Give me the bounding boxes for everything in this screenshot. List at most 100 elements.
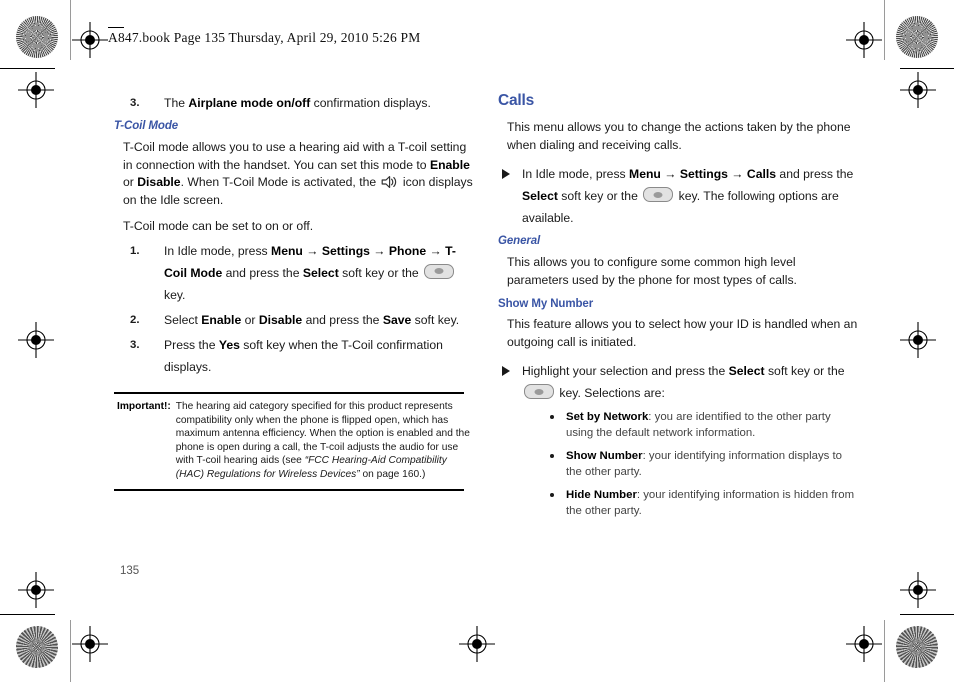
triangle-bullet-icon [502, 169, 510, 179]
triangle-bullet-icon [502, 366, 510, 376]
select-bold: Select [302, 265, 339, 280]
header-rule [108, 27, 124, 28]
list-item: Hide Number: your identifying informatio… [548, 488, 860, 519]
density-patch-top-right [896, 16, 938, 58]
calls-bullet-list: In Idle mode, press Menu → Settings → Ca… [498, 163, 860, 229]
document-header: A847.book Page 135 Thursday, April 29, 2… [108, 30, 421, 45]
show-my-number-paragraph: This feature allows you to select how yo… [507, 317, 858, 349]
save-bold: Save [382, 312, 412, 327]
settings-bold: Settings [321, 243, 370, 258]
list-item: In Idle mode, press Menu → Settings → Ca… [498, 163, 860, 229]
step-number: 3. [130, 338, 140, 351]
trim-line-left [70, 0, 71, 60]
disable-bold: Disable [258, 312, 303, 327]
left-column: 3. The Airplane mode on/off confirmation … [114, 92, 476, 492]
registration-mark-lower-left-edge [18, 572, 54, 608]
airplane-step-list: 3. The Airplane mode on/off confirmation … [114, 92, 476, 114]
trim-line-right [884, 0, 885, 60]
density-patch-bottom-left [16, 626, 58, 668]
trim-rule-bottom-left [0, 614, 55, 615]
trim-rule-top-right [900, 68, 954, 69]
speaker-icon [381, 175, 399, 189]
phone-bold: Phone [388, 243, 427, 258]
show-my-number-options-list: Set by Network: you are identified to th… [498, 410, 860, 519]
tcoil-intro-part1: T-Coil mode allows you to use a hearing … [123, 140, 467, 172]
enable-bold: Enable [201, 312, 242, 327]
registration-mark-bottom-left [72, 626, 108, 662]
option-label: Set by Network [566, 411, 649, 423]
registration-mark-mid-right [900, 322, 936, 358]
step-text: key. [164, 287, 186, 302]
arrow-glyph: → [369, 243, 389, 258]
step-text-bold: Airplane mode on/off [188, 96, 311, 110]
step-text-post: confirmation displays. [310, 96, 431, 110]
trim-rule-top-left [0, 68, 55, 69]
list-item: Set by Network: you are identified to th… [548, 410, 860, 441]
bullet-text: soft key or the [557, 189, 642, 203]
note-label: Important!: [117, 401, 171, 413]
calls-heading: Calls [498, 92, 535, 109]
registration-mark-top-left [72, 22, 108, 58]
settings-bold: Settings [679, 167, 728, 181]
registration-mark-mid-left [18, 322, 54, 358]
menu-bold: Menu [271, 243, 303, 258]
tcoil-intro-part3: . When T-Coil Mode is activated, the [180, 175, 380, 189]
general-heading: General [498, 235, 541, 247]
show-my-number-heading: Show My Number [498, 298, 594, 310]
step-number: 1. [130, 244, 140, 257]
trim-line-right-lower [884, 620, 885, 682]
arrow-glyph: → [426, 243, 446, 258]
bullet-text: key. Selections are: [556, 386, 665, 400]
option-label: Hide Number [566, 489, 637, 501]
step-text: Select [164, 312, 202, 327]
note-text: The hearing aid category specified for t… [176, 400, 476, 482]
calls-intro-paragraph: This menu allows you to change the actio… [507, 120, 851, 152]
list-item: 3. Press the Yes soft key when the T-Coil… [114, 334, 476, 378]
tcoil-intro-part2: or [123, 175, 138, 189]
step-text: and press the [222, 265, 303, 280]
density-patch-top-left [16, 16, 58, 58]
list-item: 1. In Idle mode, press Menu → Settings → … [114, 240, 476, 306]
important-note: Important!: The hearing aid category spe… [114, 391, 476, 492]
select-bold: Select [522, 189, 558, 203]
arrow-glyph: → [660, 167, 680, 181]
arrow-glyph: → [302, 243, 322, 258]
bullet-text: In Idle mode, press [522, 167, 630, 181]
step-text: soft key or the [338, 265, 423, 280]
step-text: and press the [302, 312, 383, 327]
list-item: 2. Select Enable or Disable and press the… [114, 309, 476, 331]
calls-bold: Calls [746, 167, 777, 181]
ok-key-icon [424, 263, 455, 279]
registration-mark-upper-left-edge [18, 72, 54, 108]
registration-mark-bottom-center [459, 626, 495, 662]
bullet-text: soft key or the [764, 364, 845, 378]
trim-rule-bottom-right [900, 614, 954, 615]
tcoil-enable-bold: Enable [429, 157, 470, 172]
option-label: Show Number [566, 450, 643, 462]
registration-mark-bottom-right [846, 626, 882, 662]
tcoil-lead-paragraph: T-Coil mode can be set to on or off. [123, 219, 314, 233]
density-patch-bottom-right [896, 626, 938, 668]
bullet-dot-icon [550, 454, 554, 458]
registration-mark-lower-right-edge [900, 572, 936, 608]
page-number: 135 [120, 565, 140, 577]
registration-mark-upper-right-edge [900, 72, 936, 108]
bullet-dot-icon [550, 415, 554, 419]
step-text: or [241, 312, 259, 327]
note-text-part2: on page 160.) [359, 469, 426, 481]
ok-key-icon [524, 384, 554, 399]
step-text-pre: The [164, 96, 189, 110]
tcoil-step-list: 1. In Idle mode, press Menu → Settings → … [114, 240, 476, 378]
trim-line-left-lower [70, 620, 71, 682]
yes-bold: Yes [218, 337, 240, 352]
menu-bold: Menu [629, 167, 661, 181]
bullet-dot-icon [550, 493, 554, 497]
general-paragraph: This allows you to configure some common… [507, 255, 797, 287]
step-text: In Idle mode, press [164, 243, 272, 258]
list-item: Show Number: your identifying informatio… [548, 449, 860, 480]
step-number: 2. [130, 313, 140, 326]
list-item: 3. The Airplane mode on/off confirmation … [114, 92, 476, 114]
step-text: soft key. [411, 312, 460, 327]
tcoil-disable-bold: Disable [137, 175, 181, 189]
registration-mark-top-right [846, 22, 882, 58]
